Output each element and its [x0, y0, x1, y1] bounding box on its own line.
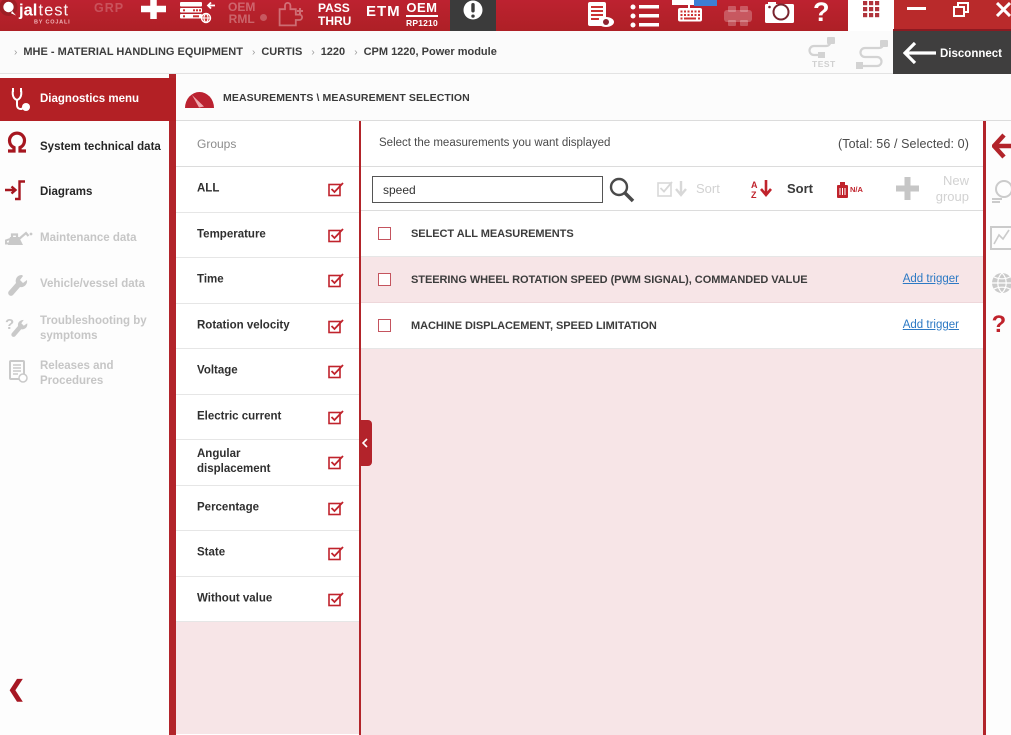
svg-text:?: ?: [5, 316, 14, 333]
svg-text:TEST: TEST: [812, 59, 836, 69]
svg-text:Z: Z: [751, 190, 757, 200]
svg-text:test: test: [39, 2, 70, 20]
svg-text:jal: jal: [18, 2, 37, 20]
svg-text:BY COJALI: BY COJALI: [34, 20, 70, 26]
svg-text:A: A: [751, 180, 758, 190]
